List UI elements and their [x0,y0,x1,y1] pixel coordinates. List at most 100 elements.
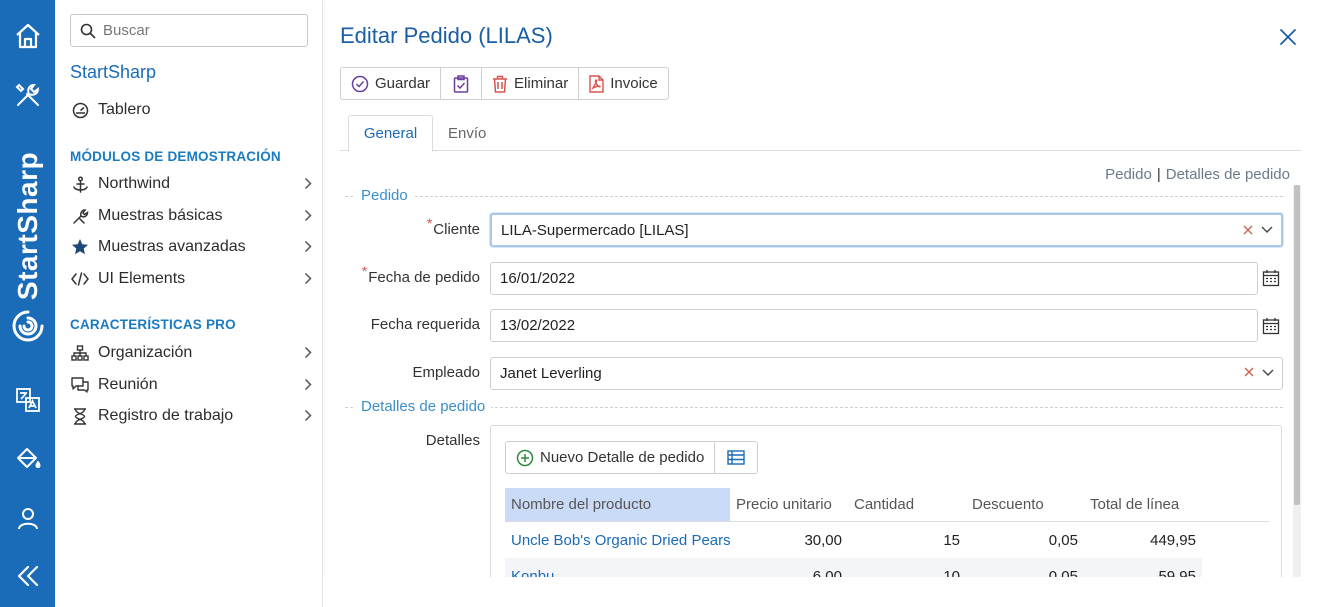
sidebar-item-ui-elements[interactable]: UI Elements [70,265,312,293]
section-links: Pedido | Detalles de pedido [1105,166,1290,183]
viewport-clip [323,577,1318,607]
pdf-file-icon [589,74,604,93]
chevron-right-icon [304,209,312,222]
required-date-label: Fecha requerida [370,316,480,333]
unit-price-cell: 30,00 [804,531,842,549]
dialog-toolbar: Guardar Eliminar Invoice [340,67,669,100]
invoice-label: Invoice [610,75,658,92]
sidebar: StartSharp Tablero MÓDULOS DE DEMOSTRACI… [55,0,323,607]
trash-icon [492,75,508,93]
sidebar-item-meeting[interactable]: Reunión [70,371,312,399]
column-header-quantity[interactable]: Cantidad [854,488,914,521]
sidebar-item-label: Northwind [98,175,171,192]
calendar-icon[interactable] [1262,317,1280,335]
chevron-right-icon [304,409,312,422]
required-date-input[interactable]: 13/02/2022 [490,309,1258,342]
chat-icon [70,375,90,395]
employee-select[interactable]: Janet Leverling [490,357,1283,390]
save-button[interactable]: Guardar [341,68,442,99]
chevron-right-icon [304,240,312,253]
required-date-value: 13/02/2022 [500,317,576,334]
column-header-product[interactable]: Nombre del producto [505,488,730,521]
sidebar-item-organization[interactable]: Organización [70,339,312,367]
order-date-label-text: Fecha de pedido [368,269,480,286]
anchor-icon [70,174,90,194]
sitemap-icon [70,343,90,363]
nav-brand-title[interactable]: StartSharp [70,62,156,83]
add-detail-label: Nuevo Detalle de pedido [540,449,705,466]
translate-icon[interactable] [8,380,48,420]
customer-label-text: Cliente [433,221,480,238]
divider [345,196,1283,197]
dialog-tabs: General Envío [340,115,1301,152]
sidebar-item-label: Reunión [98,376,158,393]
column-header-unit-price[interactable]: Precio unitario [736,488,832,521]
line-total-cell: 449,95 [1150,531,1196,549]
sidebar-item-dashboard[interactable]: Tablero [70,96,312,124]
column-header-discount[interactable]: Descuento [972,488,1044,521]
sidebar-item-basic-samples[interactable]: Muestras básicas [70,202,312,230]
column-header-line-total[interactable]: Total de línea [1090,488,1179,521]
home-icon[interactable] [8,16,48,56]
table-row[interactable]: Uncle Bob's Organic Dried Pears 30,00 15… [505,522,1202,558]
link-order-section[interactable]: Pedido [1105,166,1152,183]
sidebar-item-label: Muestras avanzadas [98,238,246,255]
gauge-icon [70,100,90,120]
calendar-icon[interactable] [1262,269,1280,287]
section-pro-features: CARACTERÍSTICAS PRO [70,317,236,332]
chevron-right-icon [304,346,312,359]
order-date-input[interactable]: 16/01/2022 [490,262,1258,295]
chevron-down-icon[interactable] [1261,226,1273,234]
collapse-icon[interactable] [8,556,48,596]
details-toolbar: Nuevo Detalle de pedido [505,441,759,474]
search-box[interactable] [70,14,308,47]
form-scrollbar[interactable] [1293,185,1301,577]
chevron-right-icon [304,177,312,190]
sidebar-item-advanced-samples[interactable]: Muestras avanzadas [70,233,312,261]
customer-select[interactable]: LILA-Supermercado [LILAS] [490,213,1283,247]
wrench-icon [70,206,90,226]
chevron-right-icon [304,272,312,285]
sidebar-item-label: Muestras básicas [98,207,223,224]
clear-icon[interactable] [1243,225,1253,235]
sidebar-item-label: Organización [98,344,193,361]
tools-icon[interactable] [8,75,48,115]
employee-value: Janet Leverling [500,365,602,382]
search-input[interactable] [103,22,293,39]
clear-icon[interactable] [1244,367,1254,377]
product-link[interactable]: Uncle Bob's Organic Dried Pears [511,522,731,558]
paint-bucket-icon[interactable] [8,438,48,478]
chevron-down-icon[interactable] [1262,369,1274,377]
dialog-title: Editar Pedido (LILAS) [340,23,553,48]
customer-value: LILA-Supermercado [LILAS] [501,221,689,239]
delete-button[interactable]: Eliminar [482,68,580,99]
add-detail-button[interactable]: Nuevo Detalle de pedido [506,442,716,473]
apply-changes-button[interactable] [441,68,483,99]
quantity-cell: 15 [943,531,960,549]
link-details-section[interactable]: Detalles de pedido [1166,166,1290,183]
discount-cell: 0,05 [1048,531,1078,549]
sidebar-item-label: Registro de trabajo [98,407,234,424]
details-label: Detalles [425,432,480,449]
brand-wordmark: StartSharp [12,151,43,301]
brand-swirl-icon [10,308,46,344]
scrollbar-thumb[interactable] [1294,185,1300,505]
sidebar-item-northwind[interactable]: Northwind [70,170,312,198]
tab-shipping[interactable]: Envío [448,115,486,151]
check-circle-icon [351,75,369,93]
icon-rail: StartSharp [0,0,55,607]
close-icon[interactable] [1278,27,1298,47]
clipboard-check-icon [453,74,469,93]
section-title-order: Pedido [355,187,414,204]
order-date-label: *Fecha de pedido [340,263,480,286]
employee-label: Empleado [412,364,480,381]
save-label: Guardar [375,75,431,92]
invoice-button[interactable]: Invoice [579,68,668,99]
column-picker-button[interactable] [715,442,757,473]
details-grid-panel: Nuevo Detalle de pedido Nombre del produ… [490,425,1282,580]
sidebar-item-work-log[interactable]: Registro de trabajo [70,402,312,430]
table-list-icon [727,450,745,465]
tab-general[interactable]: General [348,115,433,152]
required-marker: * [426,215,433,231]
user-icon[interactable] [8,498,48,538]
